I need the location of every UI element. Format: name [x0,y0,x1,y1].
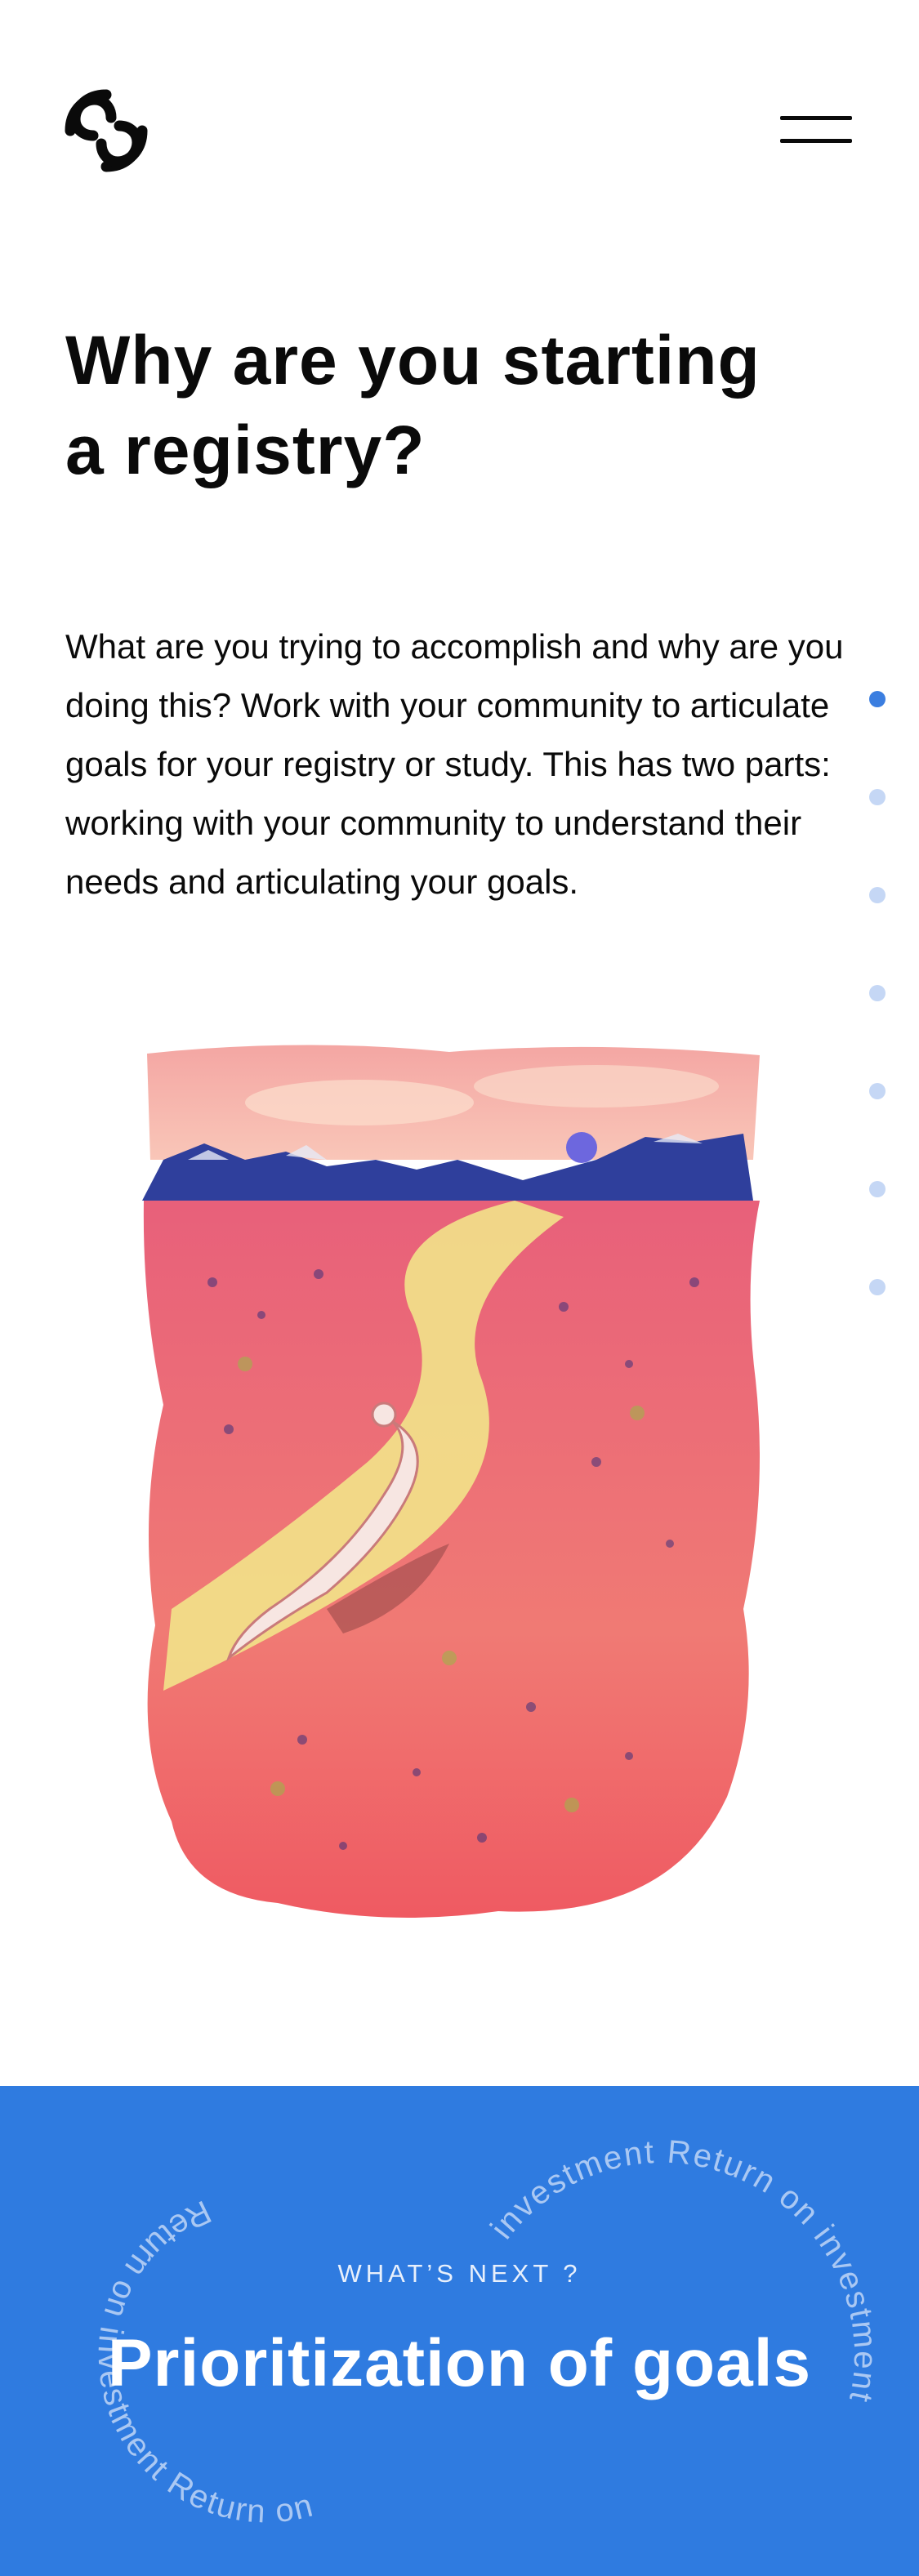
intro-paragraph: What are you trying to accomplish and wh… [65,627,844,901]
progress-dot-6[interactable] [869,1181,886,1197]
next-section-link[interactable]: Prioritization of goals [0,2323,919,2404]
menu-line-top [780,116,852,120]
field-illustration [139,1037,768,1928]
logo-icon[interactable] [64,88,149,173]
menu-line-bottom [780,139,852,143]
title-line-1: Why are you starting [65,322,761,399]
progress-dot-5[interactable] [869,1083,886,1099]
title-line-2: a registry? [65,412,426,488]
progress-dot-2[interactable] [869,789,886,805]
progress-dot-7[interactable] [869,1279,886,1295]
progress-dot-4[interactable] [869,985,886,1001]
progress-dot-1[interactable] [869,691,886,707]
progress-dot-3[interactable] [869,887,886,903]
menu-button[interactable] [780,111,854,149]
whats-next-label: WHAT’S NEXT ? [337,2259,582,2288]
whats-next-banner[interactable]: Return on investment Return on investmen… [0,2086,919,2576]
section-progress-dots [869,691,889,1295]
page-title: Why are you starting a registry? [65,315,801,495]
